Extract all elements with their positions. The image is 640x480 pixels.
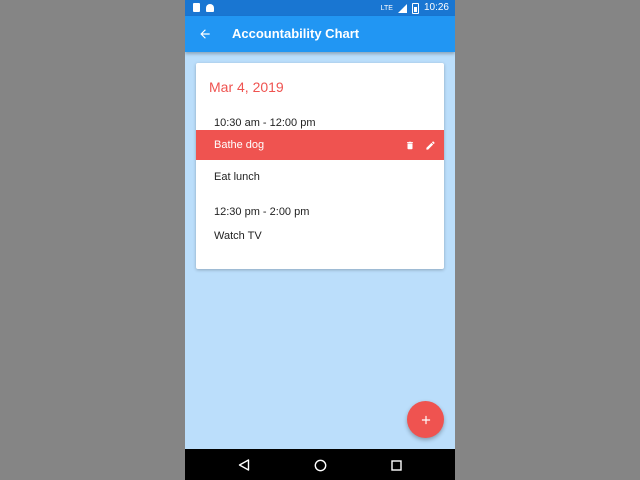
- schedule-card: Mar 4, 2019 10:30 am - 12:00 pm Bathe do…: [196, 63, 444, 269]
- event-item-watch-tv[interactable]: Watch TV: [196, 221, 444, 251]
- phone-screen: LTE 10:26 Accountability Chart Mar 4, 20…: [185, 0, 455, 480]
- battery-icon: [411, 2, 419, 14]
- app-title: Accountability Chart: [232, 26, 360, 41]
- event-actions: [404, 139, 436, 151]
- circle-home-icon: [314, 459, 326, 471]
- back-button[interactable]: [195, 24, 215, 44]
- status-time: 10:26: [423, 2, 449, 13]
- time-range: 10:30 am - 12:00 pm: [214, 117, 316, 129]
- delete-button[interactable]: [404, 139, 416, 151]
- plus-icon: [421, 415, 430, 424]
- status-bar: LTE 10:26: [185, 0, 455, 16]
- arrow-back-icon: [200, 29, 210, 39]
- nav-back-button[interactable]: [236, 457, 252, 473]
- event-label: Eat lunch: [214, 171, 260, 183]
- signal-icon: [397, 3, 407, 13]
- square-recents-icon: [390, 459, 402, 471]
- android-icon: [206, 3, 214, 12]
- trash-icon: [407, 141, 413, 149]
- event-label: Watch TV: [214, 230, 262, 242]
- time-range: 12:30 pm - 2:00 pm: [214, 206, 310, 218]
- event-label: Bathe dog: [214, 139, 265, 151]
- triangle-back-icon: [238, 459, 250, 471]
- status-indicators: LTE 10:26: [381, 2, 449, 14]
- system-nav-bar: [185, 449, 455, 480]
- card-date: Mar 4, 2019: [209, 79, 284, 95]
- status-notifications: [193, 3, 214, 12]
- nav-recents-button[interactable]: [388, 457, 404, 473]
- app-bar: Accountability Chart: [185, 16, 455, 52]
- add-event-button[interactable]: [407, 401, 444, 438]
- nav-home-button[interactable]: [312, 457, 328, 473]
- network-type: LTE: [380, 4, 393, 12]
- edit-button[interactable]: [424, 139, 436, 151]
- event-item-bathe-dog[interactable]: Bathe dog: [196, 130, 444, 160]
- sd-card-icon: [193, 3, 200, 12]
- pencil-icon: [425, 140, 435, 150]
- event-item-eat-lunch[interactable]: Eat lunch: [196, 162, 444, 192]
